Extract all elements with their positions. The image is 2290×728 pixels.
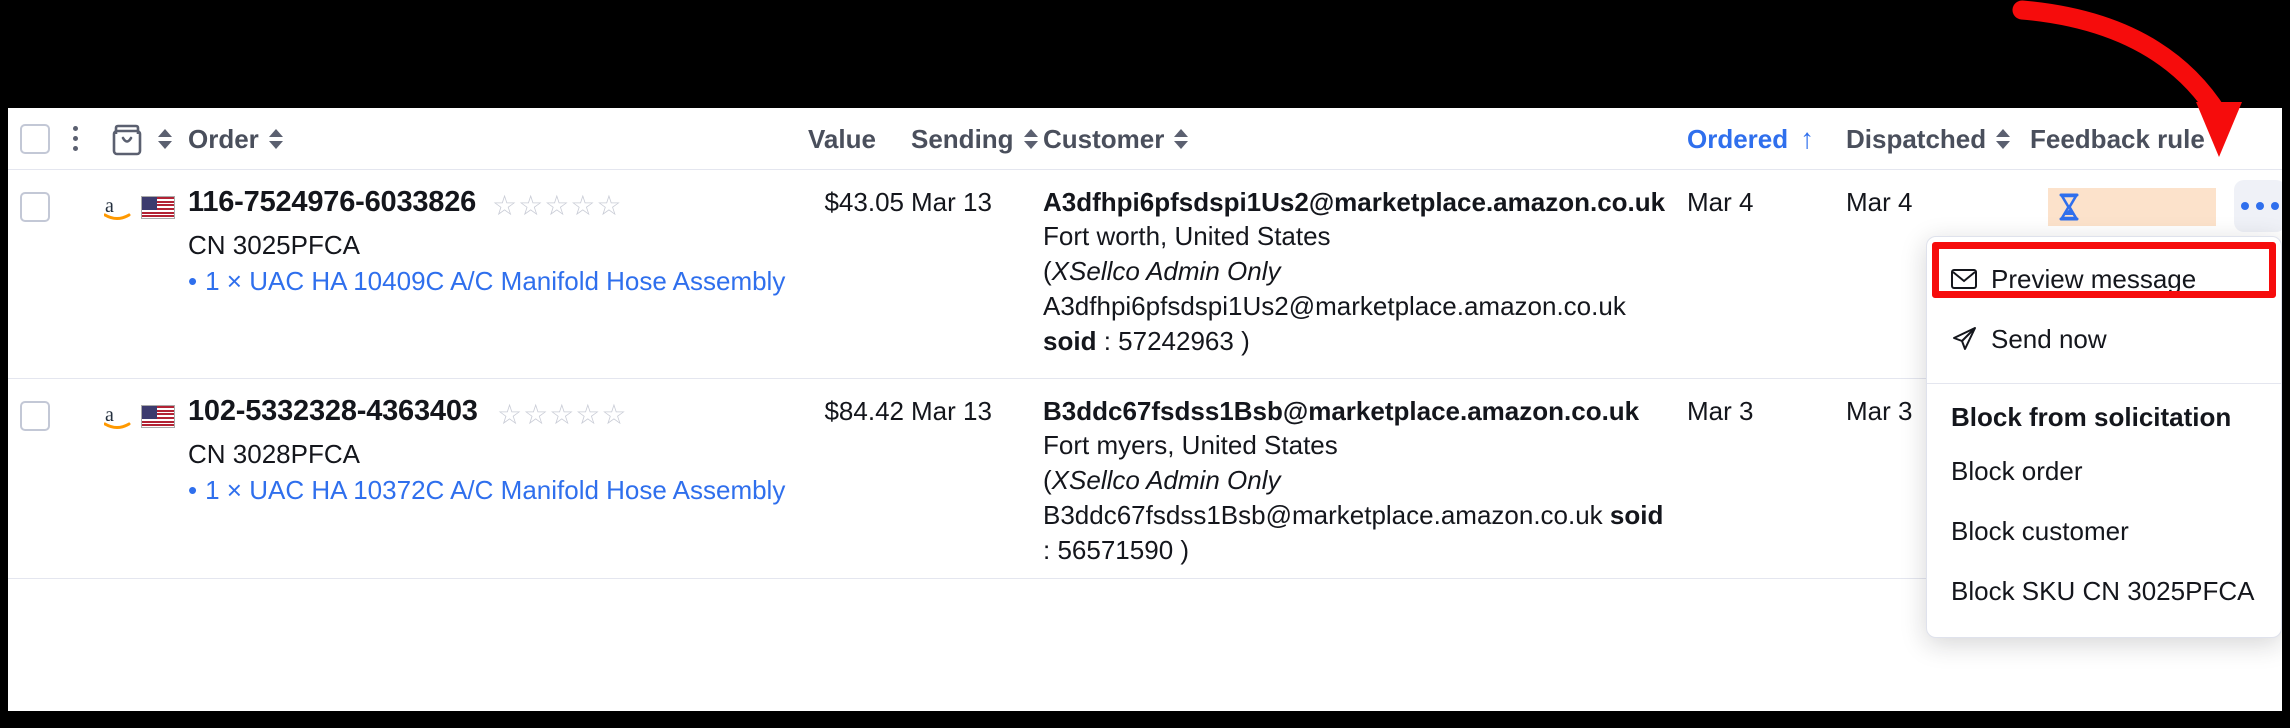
soid-separator: : bbox=[1043, 535, 1051, 565]
menu-item-block-customer[interactable]: Block customer bbox=[1927, 501, 2281, 561]
order-sending-date: Mar 13 bbox=[911, 396, 992, 426]
column-header-order[interactable]: Order bbox=[188, 108, 283, 170]
column-options-kebab-icon[interactable] bbox=[70, 126, 80, 154]
admin-note-open-paren: ( bbox=[1043, 256, 1052, 286]
column-header-dispatched[interactable]: Dispatched bbox=[1846, 108, 2011, 170]
envelope-icon bbox=[1951, 269, 1991, 289]
sort-arrows-icon bbox=[158, 126, 172, 152]
menu-divider bbox=[1927, 383, 2281, 384]
order-ordered-date: Mar 4 bbox=[1687, 187, 1754, 217]
admin-note-email: B3ddc67fsdss1Bsb@marketplace.amazon.co.u… bbox=[1043, 500, 1603, 530]
admin-note-header: (XSellco Admin Only bbox=[1043, 254, 1653, 289]
order-sending-date: Mar 13 bbox=[911, 187, 992, 217]
sort-arrows-icon bbox=[1174, 126, 1189, 152]
svg-text:a: a bbox=[105, 195, 114, 217]
column-header-value: Value bbox=[808, 108, 876, 170]
row-actions-ellipsis-button[interactable] bbox=[2234, 180, 2282, 232]
amazon-icon: a bbox=[103, 195, 132, 221]
order-ordered-date: Mar 3 bbox=[1687, 396, 1754, 426]
us-flag-icon bbox=[141, 405, 175, 428]
menu-item-block-order[interactable]: Block order bbox=[1927, 441, 2281, 501]
soid-label: soid bbox=[1609, 500, 1664, 530]
select-all-checkbox[interactable] bbox=[20, 124, 50, 154]
bullet-icon: • bbox=[188, 266, 198, 296]
column-header-ordered-label: Ordered bbox=[1687, 123, 1789, 154]
order-number[interactable]: 116-7524976-6033826 bbox=[188, 186, 476, 219]
order-sku: CN 3028PFCA bbox=[188, 439, 360, 469]
soid-value: 56571590 bbox=[1057, 535, 1174, 565]
order-sku: CN 3025PFCA bbox=[188, 230, 360, 260]
menu-item-block-order-label: Block order bbox=[1951, 455, 2083, 486]
soid-separator: : bbox=[1103, 326, 1111, 356]
sort-ascending-icon: ↑ bbox=[1800, 123, 1815, 154]
admin-note-detail: B3ddc67fsdss1Bsb@marketplace.amazon.co.u… bbox=[1043, 498, 1668, 568]
order-item-line[interactable]: • 1 × UAC HA 10409C A/C Manifold Hose Ass… bbox=[188, 266, 785, 297]
svg-text:a: a bbox=[105, 404, 114, 426]
menu-item-block-customer-label: Block customer bbox=[1951, 515, 2129, 546]
star-rating: ☆☆☆☆☆ bbox=[497, 399, 628, 430]
admin-note-detail: A3dfhpi6pfsdspi1Us2@marketplace.amazon.c… bbox=[1043, 289, 1653, 359]
admin-note-header: (XSellco Admin Only bbox=[1043, 463, 1668, 498]
menu-item-block-sku-label: Block SKU CN 3025PFCA bbox=[1951, 575, 2255, 606]
customer-email: B3ddc67fsdss1Bsb@marketplace.amazon.co.u… bbox=[1043, 396, 1640, 426]
admin-note-email: A3dfhpi6pfsdspi1Us2@marketplace.amazon.c… bbox=[1043, 291, 1626, 321]
customer-location: Fort myers, United States bbox=[1043, 430, 1338, 460]
customer-cell: B3ddc67fsdss1Bsb@marketplace.amazon.co.u… bbox=[1043, 394, 1668, 568]
sort-arrows-icon bbox=[1023, 126, 1038, 152]
send-paper-plane-icon bbox=[1951, 326, 1991, 352]
column-header-order-label: Order bbox=[188, 123, 259, 154]
customer-cell: A3dfhpi6pfsdspi1Us2@marketplace.amazon.c… bbox=[1043, 185, 1666, 359]
bullet-icon: • bbox=[188, 475, 198, 505]
menu-item-block-sku[interactable]: Block SKU CN 3025PFCA bbox=[1927, 561, 2281, 621]
admin-note-close-paren: ) bbox=[1180, 535, 1190, 565]
order-value: $43.05 bbox=[824, 187, 904, 217]
star-rating: ☆☆☆☆☆ bbox=[492, 190, 623, 221]
order-value: $84.42 bbox=[824, 396, 904, 426]
customer-email: A3dfhpi6pfsdspi1Us2@marketplace.amazon.c… bbox=[1043, 187, 1666, 217]
column-header-ordered[interactable]: Ordered ↑ bbox=[1687, 108, 1814, 170]
column-header-sending-label: Sending bbox=[911, 123, 1014, 154]
shopping-bag-icon bbox=[112, 124, 142, 156]
order-item-line[interactable]: • 1 × UAC HA 10372C A/C Manifold Hose Ass… bbox=[188, 475, 785, 506]
us-flag-icon bbox=[141, 196, 175, 219]
order-item-label: 1 × UAC HA 10372C A/C Manifold Hose Asse… bbox=[205, 475, 786, 505]
column-header-feedback-rule: Feedback rule bbox=[2030, 108, 2205, 170]
menu-item-preview-message-label: Preview message bbox=[1991, 263, 2197, 294]
sort-arrows-icon bbox=[268, 126, 283, 152]
menu-section-title-block-from-solicitation: Block from solicitation bbox=[1951, 402, 2232, 432]
row-actions-context-menu[interactable]: Preview message Send now Block from soli… bbox=[1926, 236, 2282, 638]
customer-location: Fort worth, United States bbox=[1043, 221, 1331, 251]
soid-value: 57242963 bbox=[1118, 326, 1234, 356]
sort-arrows-icon bbox=[1996, 126, 2011, 152]
soid-label: soid bbox=[1043, 326, 1097, 356]
hourglass-icon bbox=[2058, 193, 2080, 221]
column-header-dispatched-label: Dispatched bbox=[1846, 123, 1987, 154]
admin-note-label: XSellco Admin Only bbox=[1051, 256, 1281, 286]
feedback-rule-badge bbox=[2048, 188, 2216, 226]
menu-item-send-now[interactable]: Send now bbox=[1927, 309, 2281, 369]
row-select-checkbox[interactable] bbox=[20, 401, 50, 431]
order-dispatched-date: Mar 3 bbox=[1846, 396, 1913, 426]
column-header-feedback-rule-label: Feedback rule bbox=[2030, 123, 2205, 154]
menu-item-preview-message[interactable]: Preview message bbox=[1927, 249, 2281, 309]
column-header-value-label: Value bbox=[808, 123, 876, 154]
amazon-icon: a bbox=[103, 404, 132, 430]
column-header-customer-label: Customer bbox=[1043, 123, 1165, 154]
admin-note-label: XSellco Admin Only bbox=[1051, 465, 1281, 495]
column-header-customer[interactable]: Customer bbox=[1043, 108, 1189, 170]
column-header-sending[interactable]: Sending bbox=[911, 108, 1038, 170]
menu-item-send-now-label: Send now bbox=[1991, 323, 2107, 354]
admin-note-open-paren: ( bbox=[1043, 465, 1052, 495]
order-dispatched-date: Mar 4 bbox=[1846, 187, 1913, 217]
screenshot-root: Order Value Sending Customer Ordered ↑ D… bbox=[0, 0, 2290, 728]
admin-note-close-paren: ) bbox=[1241, 326, 1250, 356]
column-header-bag-sort[interactable] bbox=[148, 108, 172, 170]
table-header-row: Order Value Sending Customer Ordered ↑ D… bbox=[8, 108, 2282, 170]
order-number[interactable]: 102-5332328-4363403 bbox=[188, 395, 478, 428]
order-item-label: 1 × UAC HA 10409C A/C Manifold Hose Asse… bbox=[205, 266, 786, 296]
row-select-checkbox[interactable] bbox=[20, 192, 50, 222]
